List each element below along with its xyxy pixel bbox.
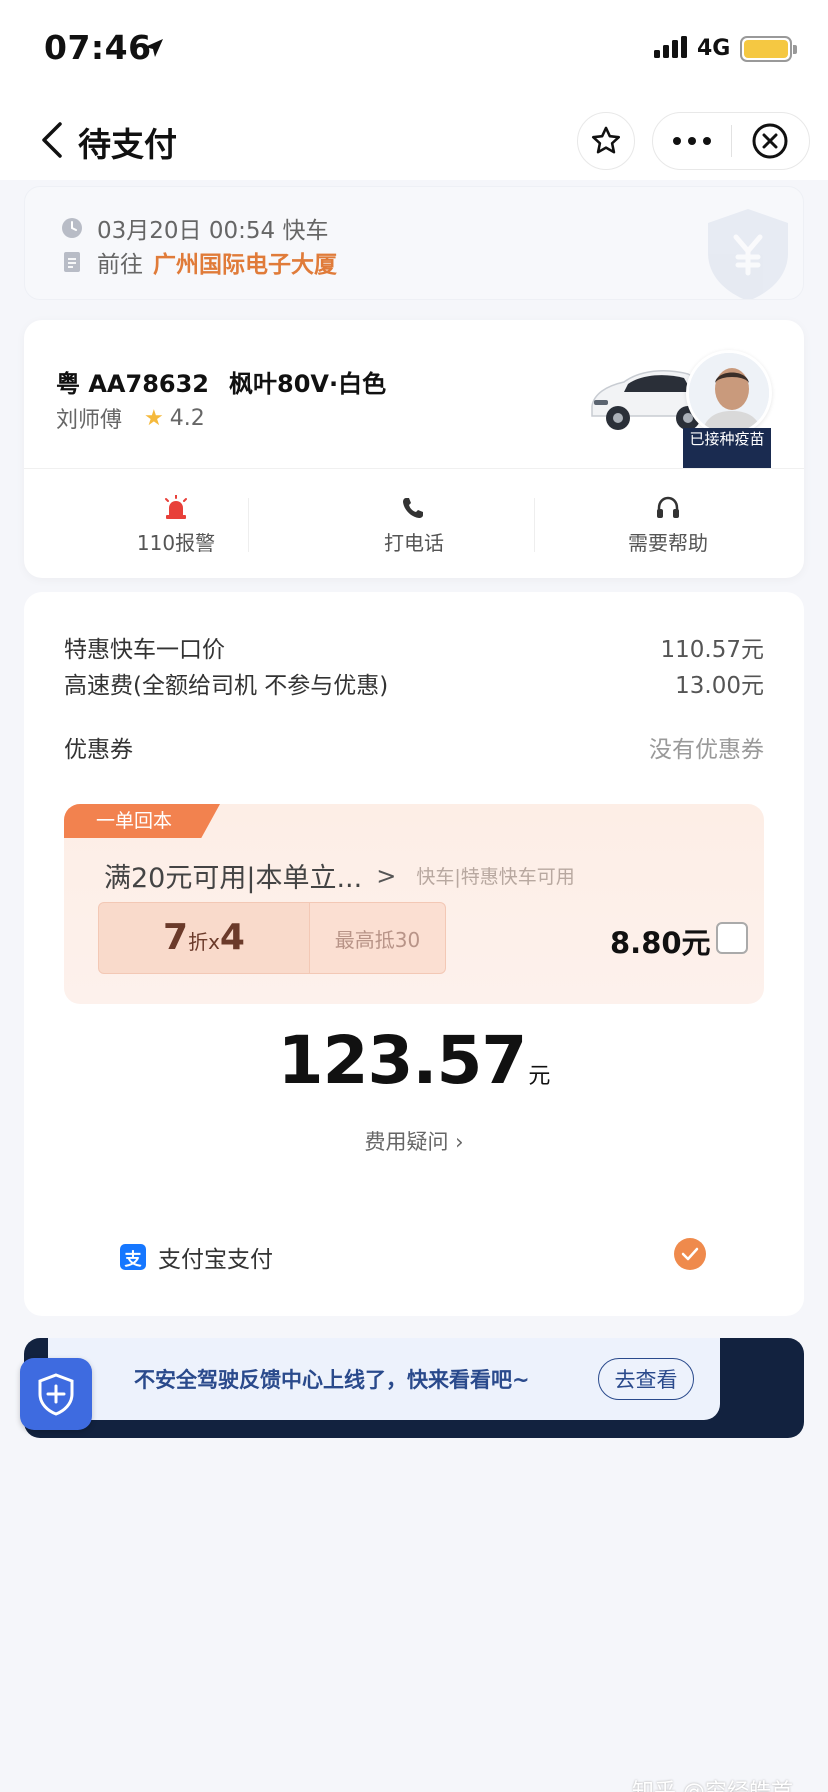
more-button[interactable] xyxy=(653,112,731,170)
vaccine-badge: 已接种疫苗 xyxy=(683,428,771,468)
voucher-title: 满20元可用|本单立... xyxy=(104,863,363,894)
status-bar: 07:46 4G xyxy=(0,0,828,100)
mini-program-capsule xyxy=(652,112,810,170)
destination-prefix: 前往 xyxy=(97,252,143,278)
voucher-discount: 7 折x 4 xyxy=(98,902,310,974)
voucher-card: 一单回本 满20元可用|本单立... > 快车|特惠快车可用 7 折x 4 最高… xyxy=(64,804,764,1004)
fee-value: 13.00元 xyxy=(675,673,764,699)
police-call-label: 110报警 xyxy=(136,531,216,555)
alipay-icon: 支 xyxy=(120,1244,146,1270)
chevron-right-icon: > xyxy=(376,861,397,890)
coupon-label: 优惠券 xyxy=(64,737,133,763)
total-amount: 123.57元 xyxy=(24,1022,804,1099)
nav-bar: 待支付 xyxy=(0,100,828,180)
total-unit: 元 xyxy=(528,1064,551,1089)
voucher-tag: 一单回本 xyxy=(64,804,220,838)
total-number: 123.57 xyxy=(277,1022,528,1099)
alarm-siren-icon xyxy=(165,495,187,519)
trip-destination-row: 前往 广州国际电子大厦 xyxy=(61,245,337,279)
coupon-value: 没有优惠券 xyxy=(649,737,764,763)
trip-info-card: 03月20日 00:54 快车 前往 广州国际电子大厦 xyxy=(24,186,804,300)
police-call-button[interactable]: 110报警 xyxy=(86,495,266,556)
signal-icon xyxy=(654,36,687,58)
fee-value: 110.57元 xyxy=(660,637,764,663)
license-plate: 粤 AA78632 xyxy=(56,370,209,398)
voucher-cap: 最高抵30 xyxy=(310,902,446,974)
fee-question-link[interactable]: 费用疑问 › xyxy=(24,1126,804,1156)
trip-time-row: 03月20日 00:54 快车 xyxy=(61,211,328,245)
battery-icon xyxy=(740,36,797,62)
banner-inner: 不安全驾驶反馈中心上线了，快来看看吧~ 去查看 xyxy=(48,1338,720,1420)
fee-label: 高速费(全额给司机 不参与优惠) xyxy=(64,673,389,699)
driver-info: 刘师傅 ★ 4.2 xyxy=(56,402,205,434)
location-arrow-icon xyxy=(145,39,163,57)
voucher-title-row[interactable]: 满20元可用|本单立... > 快车|特惠快车可用 xyxy=(104,856,575,895)
rating-star-icon: ★ xyxy=(144,405,164,431)
shield-plus-icon xyxy=(20,1358,92,1430)
help-button[interactable]: 需要帮助 xyxy=(578,495,758,556)
driver-photo xyxy=(689,353,769,433)
fee-row: 高速费(全额给司机 不参与优惠) 13.00元 xyxy=(64,666,764,700)
coupon-row[interactable]: 优惠券 没有优惠券 xyxy=(64,730,764,764)
help-label: 需要帮助 xyxy=(628,531,708,555)
phone-call-label: 打电话 xyxy=(384,531,444,555)
divider xyxy=(248,498,249,552)
payment-card: 特惠快车一口价 110.57元 高速费(全额给司机 不参与优惠) 13.00元 … xyxy=(24,592,804,1316)
driver-card: 粤 AA78632 枫叶80V·白色 刘师傅 ★ 4.2 已接种疫苗 110报警 xyxy=(24,320,804,578)
voucher-scope: 快车|特惠快车可用 xyxy=(416,866,575,888)
shield-yuan-icon xyxy=(708,209,788,299)
fee-row: 特惠快车一口价 110.57元 xyxy=(64,630,764,664)
page-title: 待支付 xyxy=(78,125,177,164)
voucher-discount-box: 7 折x 4 最高抵30 xyxy=(98,902,476,974)
destination-name: 广州国际电子大厦 xyxy=(153,252,337,278)
star-icon xyxy=(591,126,621,154)
driver-avatar xyxy=(686,350,772,436)
discount-unit: 折x xyxy=(188,930,220,954)
discount-count: 4 xyxy=(219,917,245,958)
favorite-button[interactable] xyxy=(577,112,635,170)
phone-call-button[interactable]: 打电话 xyxy=(324,495,504,556)
clock-icon xyxy=(62,218,82,238)
close-button[interactable] xyxy=(732,112,810,170)
check-icon xyxy=(681,1247,699,1261)
back-chevron-icon[interactable] xyxy=(34,118,70,162)
fee-label: 特惠快车一口价 xyxy=(64,637,225,663)
divider xyxy=(24,468,804,469)
vehicle-info: 粤 AA78632 枫叶80V·白色 xyxy=(56,364,386,399)
driver-name: 刘师傅 xyxy=(56,408,123,433)
status-time: 07:46 xyxy=(44,28,152,67)
close-circle-icon xyxy=(752,123,788,159)
network-type: 4G xyxy=(697,36,731,61)
watermark: 知乎 @穷经皓首 xyxy=(632,1774,793,1792)
more-icon xyxy=(672,137,711,145)
safety-banner: 不安全驾驶反馈中心上线了，快来看看吧~ 去查看 xyxy=(20,1338,804,1438)
document-icon xyxy=(64,252,80,272)
discount-number: 7 xyxy=(163,917,189,958)
car-model: 枫叶80V·白色 xyxy=(229,370,387,398)
headset-icon xyxy=(657,496,679,518)
alipay-option[interactable]: 支 支付宝支付 xyxy=(120,1240,273,1274)
divider xyxy=(534,498,535,552)
trip-time-text: 03月20日 00:54 快车 xyxy=(97,218,329,244)
phone-icon xyxy=(403,498,423,518)
voucher-checkbox[interactable] xyxy=(716,922,748,954)
alipay-selected-radio[interactable] xyxy=(674,1238,706,1270)
alipay-label: 支付宝支付 xyxy=(158,1247,273,1273)
voucher-amount: 8.80元 xyxy=(610,926,711,960)
banner-text: 不安全驾驶反馈中心上线了，快来看看吧~ xyxy=(134,1368,530,1392)
driver-rating: 4.2 xyxy=(169,405,205,431)
banner-view-button[interactable]: 去查看 xyxy=(598,1358,694,1400)
